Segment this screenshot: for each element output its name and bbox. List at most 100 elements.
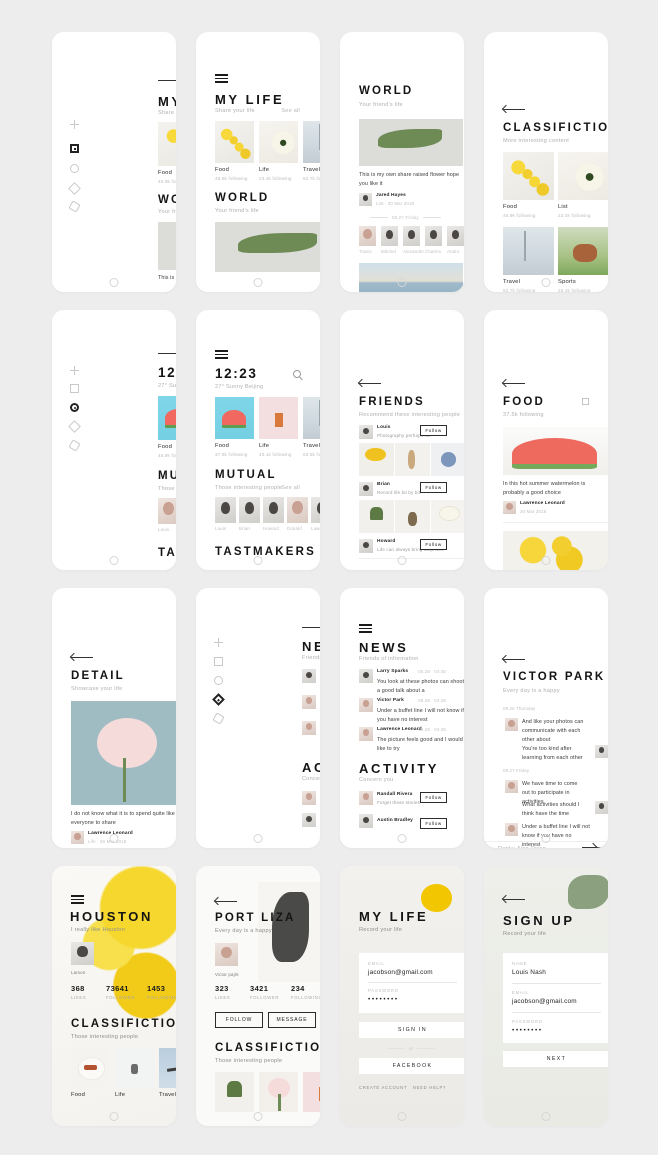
gallery-image[interactable] <box>395 500 430 533</box>
gallery-image[interactable] <box>431 500 464 533</box>
card-image-travel[interactable] <box>503 227 554 275</box>
plus-icon[interactable] <box>70 366 79 375</box>
back-arrow-icon[interactable] <box>503 106 525 113</box>
avatar[interactable] <box>505 780 518 793</box>
follow-button[interactable]: Follow <box>420 482 447 493</box>
card-image-life[interactable] <box>115 1048 154 1088</box>
circle-icon[interactable] <box>214 676 223 685</box>
hexagon-icon[interactable] <box>68 200 81 213</box>
follow-button[interactable]: Follow <box>420 425 447 436</box>
follow-button[interactable]: Follow <box>420 818 447 829</box>
avatar[interactable] <box>505 718 518 731</box>
avatar[interactable] <box>359 539 373 553</box>
screen-my-life[interactable]: MY LIFE Share your life See all Food 45.… <box>196 32 320 292</box>
avatar[interactable] <box>71 942 94 965</box>
person-avatar[interactable] <box>287 497 308 523</box>
square-icon-active[interactable] <box>70 144 79 153</box>
avatar[interactable] <box>302 669 316 683</box>
post-image[interactable] <box>71 701 176 805</box>
card-image-food[interactable] <box>158 122 176 166</box>
avatar[interactable] <box>302 695 316 709</box>
card-image-food[interactable] <box>71 1048 110 1088</box>
forward-arrow-icon[interactable] <box>302 624 320 631</box>
back-arrow-icon[interactable] <box>503 656 525 663</box>
see-all-link[interactable]: See all <box>281 108 300 114</box>
menu-icon[interactable] <box>71 895 84 904</box>
card-image-travel[interactable] <box>159 1048 176 1088</box>
avatar[interactable] <box>505 823 518 836</box>
search-icon[interactable] <box>293 370 301 378</box>
avatar[interactable] <box>302 721 316 735</box>
post-image[interactable] <box>503 531 608 570</box>
screen-world-feed[interactable]: WORLD Your friend's life This is my own … <box>340 32 464 292</box>
screen-profile-port-liza[interactable]: PORT LIZA Every day is a happy Victor pa… <box>196 866 320 1126</box>
circle-icon[interactable] <box>70 164 79 173</box>
screen-news-rail[interactable]: NEWS Friends of information Larry Sparks… <box>196 588 320 848</box>
card-image[interactable] <box>303 1072 320 1112</box>
side-rail[interactable] <box>52 32 100 292</box>
card-image-sports[interactable] <box>558 227 608 275</box>
person-avatar[interactable] <box>263 497 284 523</box>
gallery-image[interactable] <box>359 500 394 533</box>
reply-input[interactable]: Reply: Alex Owen <box>498 846 546 848</box>
menu-icon[interactable] <box>215 350 228 359</box>
post-image[interactable] <box>215 222 320 272</box>
card-image-list[interactable] <box>558 152 608 200</box>
screen-friends[interactable]: FRIENDS Recommend these interesting peop… <box>340 310 464 570</box>
card-image-life[interactable] <box>259 397 298 439</box>
card-image-life[interactable] <box>259 121 298 163</box>
avatar[interactable] <box>359 814 373 828</box>
gallery-image[interactable] <box>395 443 430 476</box>
screen-sign-up[interactable]: SIGN UP Record your life NAME Louis Nash… <box>484 866 608 1126</box>
card-image-food[interactable] <box>215 121 254 163</box>
email-field[interactable]: jacobson@gmail.com <box>368 969 433 976</box>
avatar[interactable] <box>359 669 373 683</box>
screen-my-life-rail[interactable]: MY LIFE Share your life Food 45.9k follo… <box>52 32 176 292</box>
square-icon[interactable] <box>70 384 79 393</box>
person-avatar[interactable] <box>311 497 320 523</box>
avatar[interactable] <box>595 745 608 758</box>
diamond-icon[interactable] <box>68 420 81 433</box>
card-image-food[interactable] <box>158 396 176 440</box>
card-image[interactable] <box>215 1072 254 1112</box>
avatar[interactable] <box>302 813 316 827</box>
post-image[interactable] <box>359 119 463 166</box>
friend-avatar[interactable] <box>359 226 376 246</box>
avatar[interactable] <box>302 791 316 805</box>
card-image-food[interactable] <box>503 152 554 200</box>
forward-arrow-icon[interactable] <box>158 77 176 84</box>
next-button[interactable]: NEXT <box>503 1051 608 1067</box>
follow-button[interactable]: FOLLOW <box>215 1012 263 1028</box>
circle-icon-active[interactable] <box>70 403 79 412</box>
friend-avatar[interactable] <box>447 226 464 246</box>
back-arrow-icon[interactable] <box>215 898 237 905</box>
diamond-icon[interactable] <box>68 182 81 195</box>
person-avatar[interactable] <box>215 497 236 523</box>
avatar[interactable] <box>595 801 608 814</box>
screen-classifiction[interactable]: CLASSIFICTION More interesting content F… <box>484 32 608 292</box>
gallery-image[interactable] <box>431 443 464 476</box>
friend-avatar[interactable] <box>381 226 398 246</box>
avatar[interactable] <box>359 425 373 439</box>
screen-detail[interactable]: DETAIL Showcase your life I do not know … <box>52 588 176 848</box>
create-account-link[interactable]: CREATE ACCOUNT <box>359 1085 407 1090</box>
message-button[interactable]: MESSAGE <box>268 1012 316 1028</box>
email-field[interactable]: jacobson@gmail.com <box>512 998 577 1005</box>
screen-food[interactable]: FOOD 37.5k following In this hot summer … <box>484 310 608 570</box>
send-arrow-icon[interactable] <box>582 844 604 848</box>
back-arrow-icon[interactable] <box>359 380 381 387</box>
avatar[interactable] <box>215 943 238 966</box>
avatar[interactable] <box>359 193 372 206</box>
plus-icon[interactable] <box>214 638 223 647</box>
gallery-image[interactable] <box>359 443 394 476</box>
avatar[interactable] <box>71 831 84 844</box>
follow-button[interactable]: Follow <box>420 539 447 550</box>
back-arrow-icon[interactable] <box>71 654 93 661</box>
card-image[interactable] <box>259 1072 298 1112</box>
side-rail[interactable] <box>52 310 100 570</box>
square-icon[interactable] <box>214 657 223 666</box>
card-image-travel[interactable] <box>303 121 320 163</box>
card-image-travel[interactable] <box>303 397 320 439</box>
bookmark-icon[interactable] <box>582 398 589 405</box>
see-all-link[interactable]: See all <box>281 485 300 491</box>
